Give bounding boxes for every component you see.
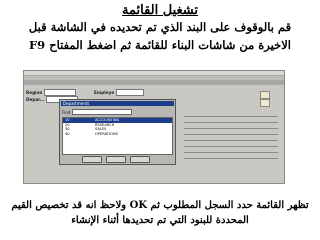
employee-field: Employe [94,89,145,96]
find-label: Find [62,109,71,115]
record-grid [184,111,278,159]
region-input[interactable] [44,89,77,96]
lov-list: 10 ACCOUNTING 20 RESEARCH 30 SALES 40 OP… [62,117,173,155]
ok-button[interactable] [106,156,126,163]
forms-screenshot: Region Employe Depar... Departments Find… [23,70,285,184]
instruction-line-2: الاخيرة من شاشات البناء للقائمة ثم اضغط … [29,38,291,52]
footer-line-2: المحددة للبنود التي تم تحديدها أثناء الإ… [71,215,249,226]
region-label: Region [26,90,43,95]
instruction-line-1: قم بالوقوف على البند الذي تم تحديده في ا… [28,20,292,34]
department-label: Depar... [26,97,45,102]
toolbar-secondary [24,81,284,85]
employee-label: Employe [94,90,115,95]
form-icon[interactable] [260,91,270,99]
lov-title: Departments [61,101,174,106]
row-code: 40 [65,131,70,136]
find-button[interactable] [82,156,102,163]
row-name: OPERATIONS [95,131,118,136]
cancel-button[interactable] [130,156,150,163]
lov-buttons [82,156,150,163]
region-field: Region [26,89,77,96]
lov-find: Find [62,109,133,115]
lov-dialog: Departments Find 10 ACCOUNTING 20 RESEAR… [59,99,176,165]
find-input[interactable] [72,109,133,115]
form-icon[interactable] [260,99,270,107]
slide-title: تشغيل القائمة [122,3,198,18]
employee-input[interactable] [116,89,145,96]
list-item[interactable]: 40 OPERATIONS [63,132,172,137]
footer-line-1: تظهر القائمة حدد السجل المطلوب ثم OK ولا… [11,200,309,211]
